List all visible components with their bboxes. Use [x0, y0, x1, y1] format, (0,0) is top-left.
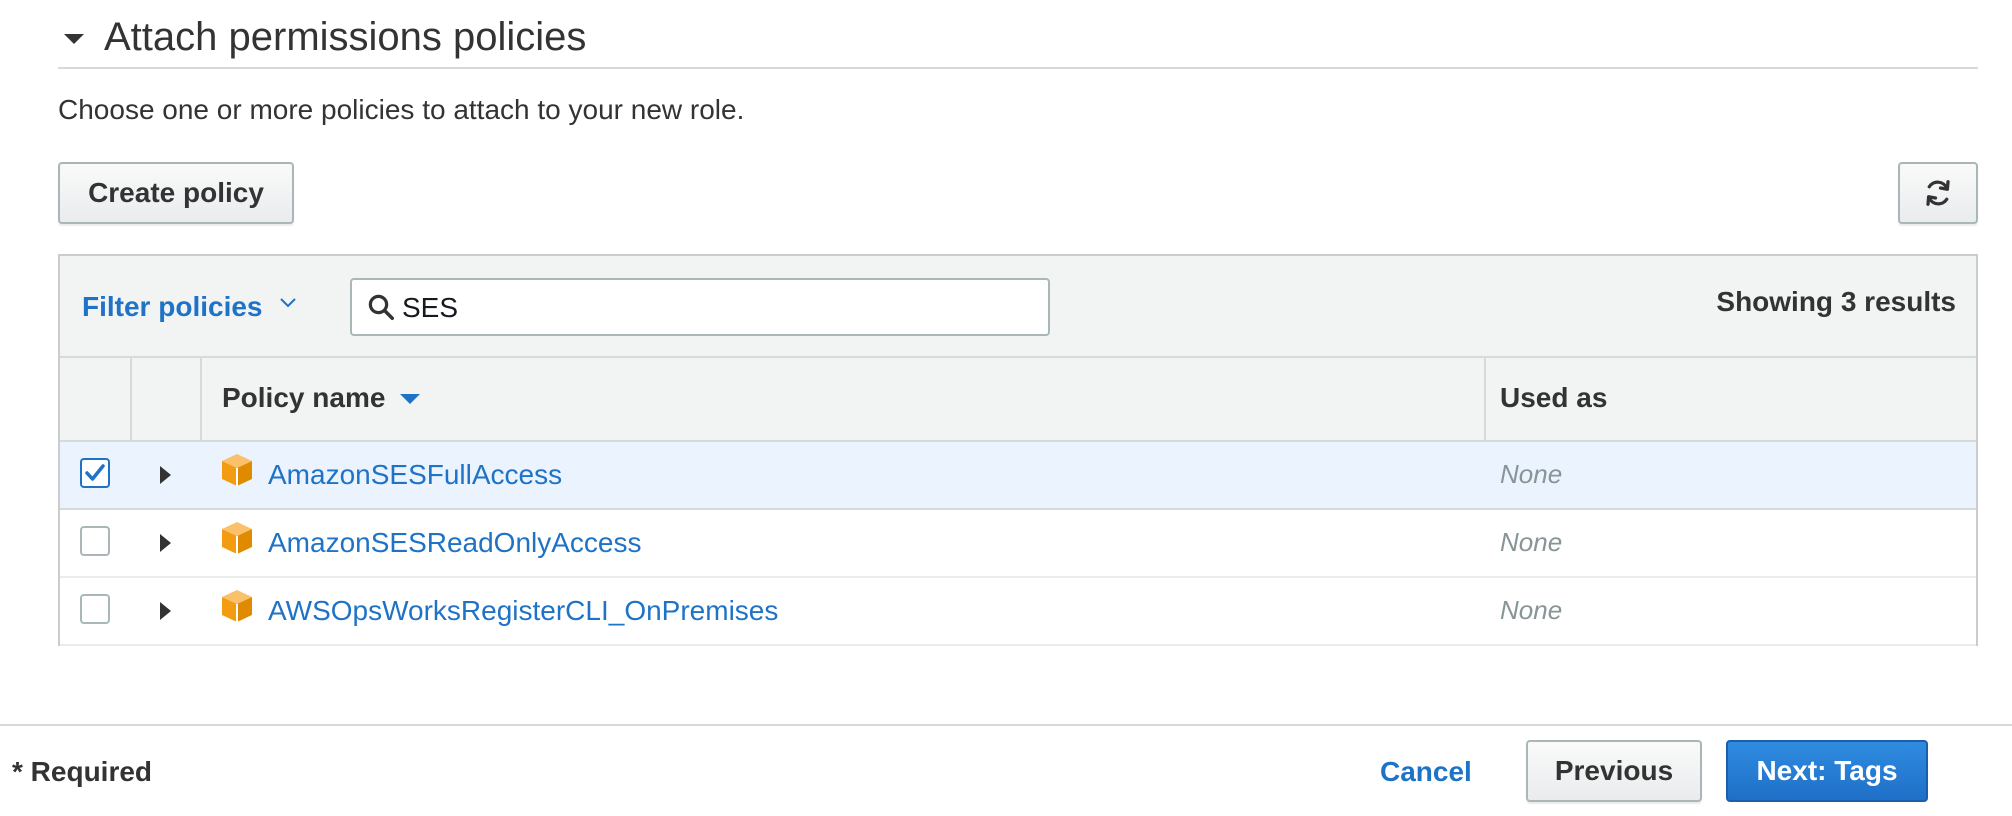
checkmark-icon: [85, 464, 105, 481]
table-row[interactable]: AmazonSESFullAccess None: [60, 442, 1976, 510]
refresh-button[interactable]: [1898, 162, 1978, 224]
refresh-icon: [1926, 180, 1950, 206]
used-as-value: None: [1500, 595, 1563, 625]
policy-name-link[interactable]: AmazonSESFullAccess: [268, 457, 562, 493]
used-as-value: None: [1500, 459, 1563, 489]
chevron-down-icon[interactable]: [278, 292, 298, 312]
search-input[interactable]: [402, 290, 1022, 326]
column-divider: [130, 358, 132, 440]
column-divider: [200, 358, 202, 440]
policy-name-link[interactable]: AWSOpsWorksRegisterCLI_OnPremises: [268, 593, 778, 629]
column-divider: [1484, 358, 1486, 440]
row-checkbox[interactable]: [80, 458, 110, 488]
aws-managed-policy-icon: [222, 590, 252, 622]
next-tags-button[interactable]: Next: Tags: [1726, 740, 1928, 802]
aws-managed-policy-icon: [222, 454, 252, 486]
table-row[interactable]: AWSOpsWorksRegisterCLI_OnPremises None: [60, 578, 1976, 646]
table-header: Policy name Used as: [60, 358, 1976, 442]
row-checkbox[interactable]: [80, 526, 110, 556]
aws-managed-policy-icon: [222, 522, 252, 554]
sort-descending-icon[interactable]: [400, 394, 420, 404]
cancel-button[interactable]: Cancel: [1380, 754, 1472, 790]
table-row[interactable]: AmazonSESReadOnlyAccess None: [60, 510, 1976, 578]
required-note: * Required: [12, 756, 153, 787]
section-title[interactable]: Attach permissions policies: [104, 12, 586, 62]
policy-name-link[interactable]: AmazonSESReadOnlyAccess: [268, 525, 642, 561]
column-header-used-as[interactable]: Used as: [1500, 380, 1607, 416]
filter-policies-dropdown[interactable]: Filter policies: [82, 290, 263, 324]
previous-button[interactable]: Previous: [1526, 740, 1702, 802]
row-checkbox[interactable]: [80, 594, 110, 624]
column-header-policy-name[interactable]: Policy name: [222, 380, 385, 416]
expand-row-icon[interactable]: [160, 466, 171, 484]
create-policy-button[interactable]: Create policy: [58, 162, 294, 224]
expand-row-icon[interactable]: [160, 534, 171, 552]
section-divider: [58, 67, 1978, 69]
footer-divider: [0, 724, 2012, 726]
search-icon: [368, 294, 394, 320]
table-toolbar: Filter policies Showing 3 results: [60, 256, 1976, 358]
search-box[interactable]: [350, 278, 1050, 336]
expand-row-icon[interactable]: [160, 602, 171, 620]
policies-table: Filter policies Showing 3 results Policy…: [58, 254, 1978, 646]
collapse-caret-icon[interactable]: [64, 34, 84, 44]
used-as-value: None: [1500, 527, 1563, 557]
section-subtitle: Choose one or more policies to attach to…: [58, 94, 745, 125]
results-count: Showing 3 results: [1716, 286, 1956, 317]
